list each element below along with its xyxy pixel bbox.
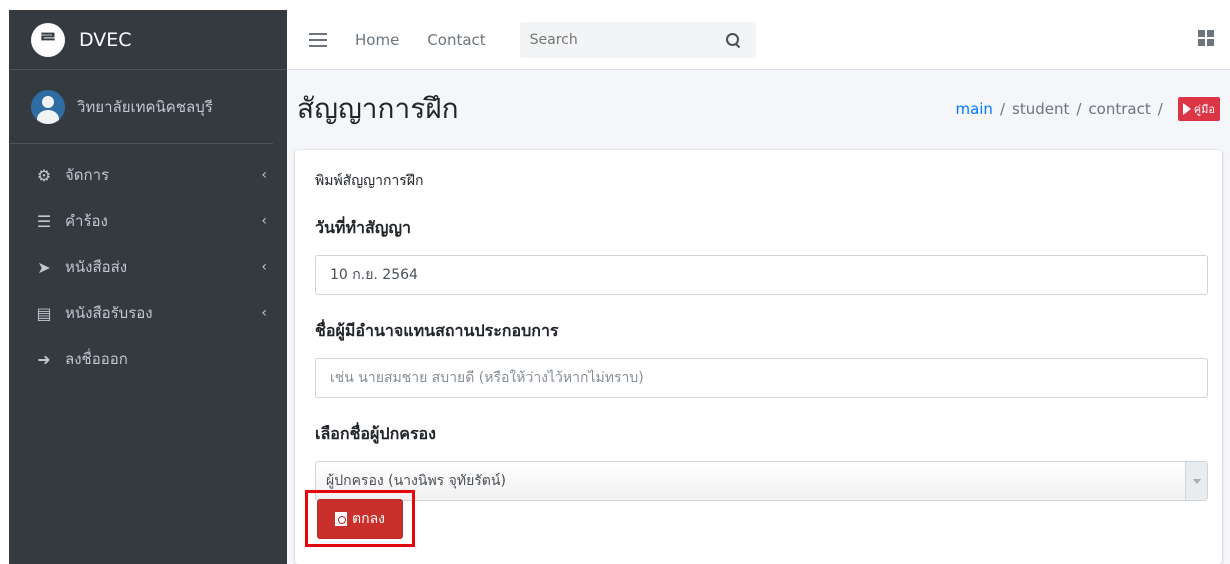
search-box [519,21,756,58]
chevron-left-icon: ‹ [261,213,267,229]
chevron-left-icon: ‹ [261,259,267,275]
sidebar-item-label: ลงชื่อออก [65,350,128,368]
sidebar-item-label: หนังสือส่ง [65,258,128,276]
representative-label: ชื่อผู้มีอำนาจแทนสถานประกอบการ [315,321,559,340]
list-icon: ☰ [36,211,52,231]
breadcrumb-separator: / [999,100,1005,118]
pdf-file-icon [335,511,347,526]
sidebar-item-manage[interactable]: ⚙ จัดการ ‹ [9,152,287,198]
play-icon [1182,103,1191,115]
guide-button-label: คู่มือ [1193,103,1215,116]
sidebar-item-requests[interactable]: ☰ คำร้อง ‹ [9,198,287,244]
breadcrumb: main / student / contract / คู่มือ [955,97,1220,121]
sidebar-item-label: คำร้อง [65,212,108,230]
date-label: วันที่ทำสัญญา [315,218,412,237]
chevron-down-icon [1185,462,1207,500]
search-input[interactable] [529,31,720,48]
content-wrapper: สัญญาการฝึก main / student / contract / … [287,70,1230,564]
sidebar-item-outgoing-letters[interactable]: ➤ หนังสือส่ง ‹ [9,244,287,290]
sidebar-menu: ⚙ จัดการ ‹ ☰ คำร้อง ‹ ➤ หนังสือส่ง ‹ ▤ ห… [9,144,287,382]
gears-icon: ⚙ [36,165,52,185]
guardian-select[interactable]: ผู้ปกครอง (นางนิพร จุทัยรัตน์) [315,461,1208,501]
user-name: วิทยาลัยเทคนิคชลบุรี [77,97,213,116]
breadcrumb-contract: contract [1088,100,1151,118]
chevron-left-icon: ‹ [261,305,267,321]
card-header: พิมพ์สัญญาการฝึก [315,173,424,189]
breadcrumb-main[interactable]: main [955,100,992,118]
nav-contact-link[interactable]: Contact [427,31,485,49]
breadcrumb-separator: / [1076,100,1082,118]
sign-out-icon: ➜ [37,349,51,369]
search-icon[interactable] [725,32,740,47]
contract-date-input[interactable] [315,255,1208,295]
chevron-left-icon: ‹ [261,167,267,183]
submit-button[interactable]: ตกลง [317,498,403,539]
sidebar-item-label: จัดการ [65,166,110,184]
guide-button[interactable]: คู่มือ [1177,97,1220,121]
breadcrumb-separator: / [1157,100,1163,118]
sidebar-item-label: หนังสือรับรอง [65,304,153,322]
top-navbar: Home Contact [287,10,1230,70]
brand-name: DVEC [79,28,132,51]
apps-grid-icon[interactable] [1198,30,1214,46]
nav-home-link[interactable]: Home [355,31,399,49]
page-title: สัญญาการฝึก [297,92,459,125]
breadcrumb-student: student [1012,100,1070,118]
paper-plane-icon: ➤ [37,257,51,277]
sidebar: ᄅ DVEC วิทยาลัยเทคนิคชลบุรี ⚙ จัดการ ‹ ☰… [9,10,287,564]
page-header: สัญญาการฝึก main / student / contract / … [287,70,1230,148]
guardian-group: เลือกชื่อผู้ปกครอง ผู้ปกครอง (นางนิพร จุ… [295,422,1222,501]
submit-button-label: ตกลง [352,510,385,527]
guardian-selected-value: ผู้ปกครอง (นางนิพร จุทัยรัตน์) [326,473,506,489]
avatar [31,89,65,124]
brand-link[interactable]: ᄅ DVEC [9,10,287,70]
highlight-box: ตกลง [305,490,415,547]
brand-logo: ᄅ [31,22,65,57]
hamburger-icon[interactable] [309,32,327,47]
sidebar-item-certificates[interactable]: ▤ หนังสือรับรอง ‹ [9,290,287,336]
user-panel[interactable]: วิทยาลัยเทคนิคชลบุรี [9,70,273,144]
guardian-label: เลือกชื่อผู้ปกครอง [315,424,436,443]
representative-input[interactable] [315,358,1208,398]
file-icon: ▤ [36,303,52,323]
sidebar-item-logout[interactable]: ➜ ลงชื่อออก [9,336,287,382]
contract-form-card: พิมพ์สัญญาการฝึก วันที่ทำสัญญา ชื่อผู้มี… [295,150,1222,564]
date-group: วันที่ทำสัญญา [295,216,1222,295]
representative-group: ชื่อผู้มีอำนาจแทนสถานประกอบการ [295,319,1222,398]
